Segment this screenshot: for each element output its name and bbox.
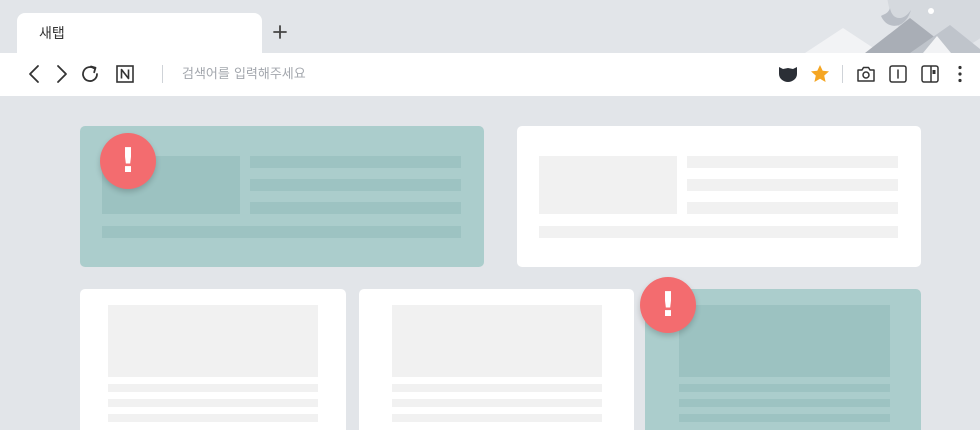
text-line-placeholder: [539, 226, 898, 238]
content-card[interactable]: [80, 289, 346, 430]
image-placeholder: [539, 156, 677, 214]
text-line-placeholder: [250, 202, 461, 214]
text-line-placeholder: [687, 179, 898, 191]
reader-icon[interactable]: [887, 63, 909, 85]
toolbar-divider: [842, 65, 843, 83]
text-line-placeholder: [108, 384, 318, 392]
tab-strip: 새탭: [0, 0, 980, 54]
bookmark-star-icon[interactable]: [809, 63, 831, 85]
text-line-placeholder: [687, 156, 898, 168]
theme-illustration: [745, 0, 980, 53]
text-line-placeholder: [250, 179, 461, 191]
reload-icon[interactable]: [79, 63, 101, 85]
image-placeholder: [392, 305, 602, 377]
toolbar: 검색어를 입력해주세요: [0, 53, 980, 96]
alert-icon: !: [640, 277, 696, 333]
tab-new[interactable]: 새탭: [17, 13, 262, 54]
text-line-placeholder: [108, 399, 318, 407]
capture-icon[interactable]: [855, 63, 877, 85]
shield-icon[interactable]: [777, 63, 799, 85]
content-card[interactable]: [517, 126, 921, 267]
content-card[interactable]: [359, 289, 634, 430]
alert-icon: !: [100, 133, 156, 189]
image-placeholder: [108, 305, 318, 377]
plus-icon[interactable]: [270, 22, 290, 42]
sidebar-icon[interactable]: [919, 63, 941, 85]
address-bar[interactable]: 검색어를 입력해주세요: [182, 67, 306, 83]
more-menu-icon[interactable]: [949, 63, 971, 85]
text-line-placeholder: [392, 384, 602, 392]
naver-home-icon[interactable]: [114, 63, 136, 85]
text-line-placeholder: [250, 156, 461, 168]
text-line-placeholder: [679, 384, 890, 392]
back-icon[interactable]: [24, 63, 46, 85]
text-line-placeholder: [102, 226, 461, 238]
forward-icon[interactable]: [50, 63, 72, 85]
text-line-placeholder: [392, 399, 602, 407]
tab-title: 새탭: [39, 26, 65, 42]
text-line-placeholder: [679, 414, 890, 422]
text-line-placeholder: [392, 414, 602, 422]
address-divider: [162, 65, 163, 83]
text-line-placeholder: [108, 414, 318, 422]
text-line-placeholder: [679, 399, 890, 407]
text-line-placeholder: [687, 202, 898, 214]
image-placeholder: [679, 305, 890, 377]
